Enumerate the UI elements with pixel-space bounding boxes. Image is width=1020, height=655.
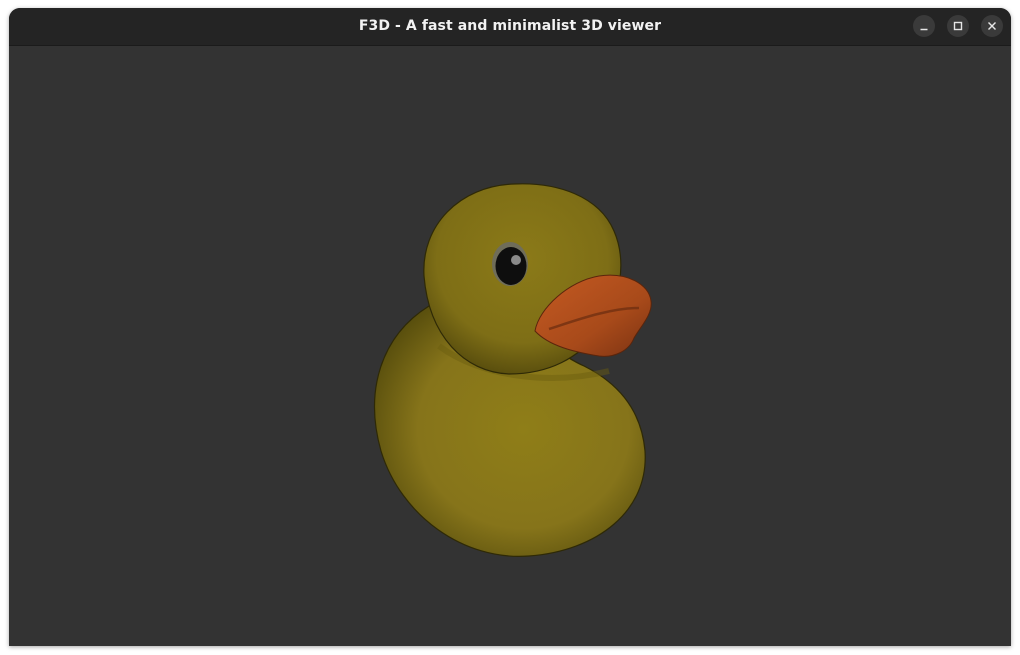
app-window: F3D - A fast and minimalist 3D viewer — [9, 8, 1011, 646]
maximize-icon — [953, 21, 963, 31]
title-bar[interactable]: F3D - A fast and minimalist 3D viewer — [9, 8, 1011, 46]
minimize-icon — [920, 28, 928, 31]
3d-viewport[interactable] — [9, 46, 1011, 646]
minimize-button[interactable] — [913, 15, 935, 37]
window-title: F3D - A fast and minimalist 3D viewer — [358, 18, 662, 34]
close-icon — [988, 22, 996, 30]
close-button[interactable] — [981, 15, 1003, 37]
rubber-duck-model — [374, 183, 652, 557]
maximize-button[interactable] — [947, 15, 969, 37]
duck-eye — [492, 242, 528, 286]
